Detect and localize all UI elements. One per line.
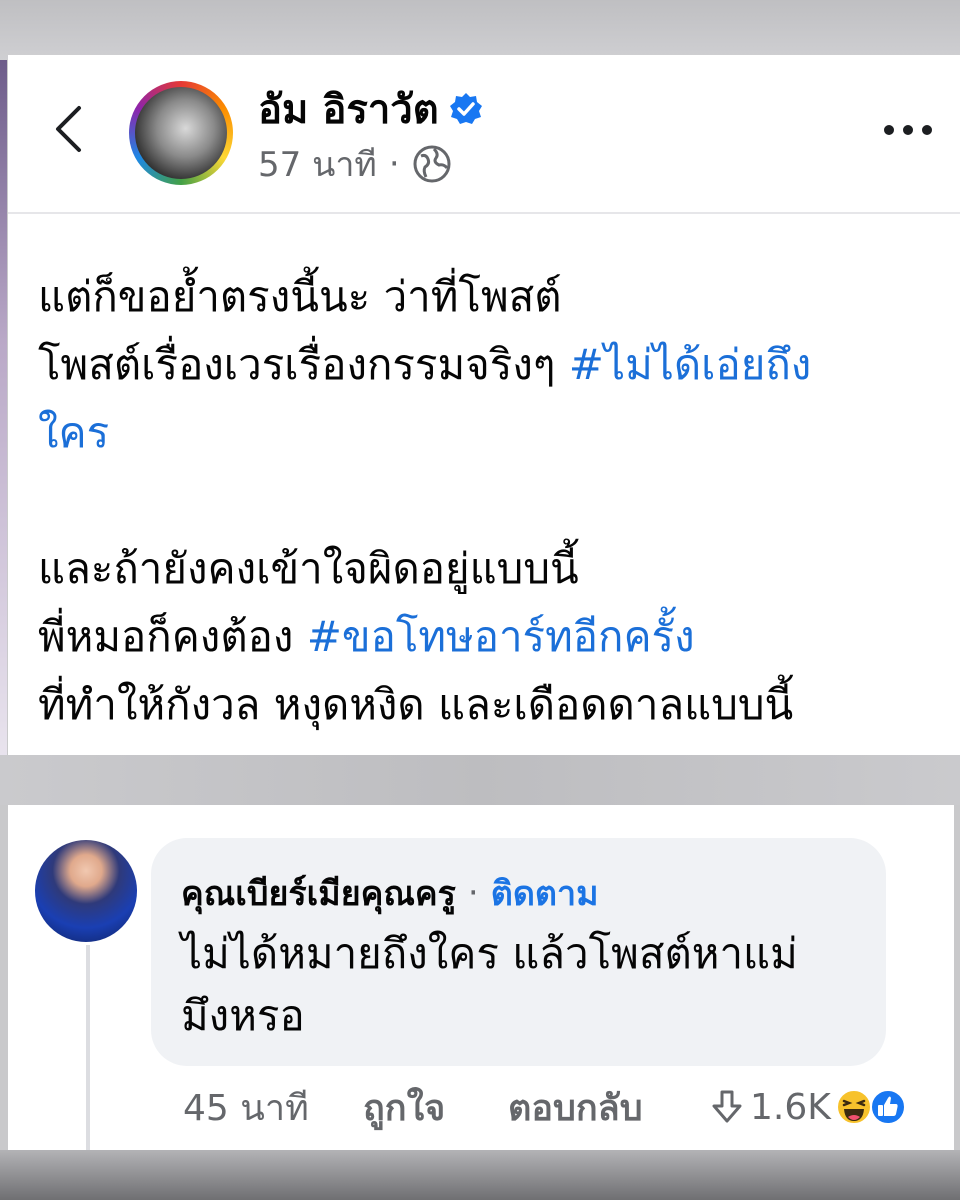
commenter-name[interactable]: คุณเบียร์เมียคุณครู <box>181 866 456 920</box>
meta-separator: · <box>388 144 400 184</box>
reply-button[interactable]: ตอบกลับ <box>508 1079 708 1136</box>
globe-icon[interactable] <box>412 144 452 184</box>
post-line: พี่หมอก็คงต้อง #ขอโทษอาร์ทอีกครั้ง <box>38 603 938 671</box>
comment-header: คุณเบียร์เมียคุณครู · ติดตาม <box>181 866 598 920</box>
hashtag-link[interactable]: #ขอโทษอาร์ทอีกครั้ง <box>307 612 695 661</box>
comment-text: ไม่ได้หมายถึงใคร แล้วโพสต์หาแม่ มึงหรอ <box>181 923 871 1047</box>
author-name-row[interactable]: อัม อิราวัต <box>258 77 483 141</box>
follow-button[interactable]: ติดตาม <box>491 866 599 920</box>
post-line-text: แต่ก็ขอย้ำตรงนี้นะ ว่าที่โพสต์ <box>38 272 562 321</box>
downvote-icon[interactable] <box>708 1088 746 1126</box>
haha-reaction-icon <box>835 1089 872 1125</box>
post-meta: 57 นาที · <box>258 137 452 191</box>
post-text: แต่ก็ขอย้ำตรงนี้นะ ว่าที่โพสต์ โพสต์เรื่… <box>38 263 938 739</box>
post-line: ใคร <box>38 399 938 467</box>
verified-badge-icon <box>449 93 482 124</box>
background-top <box>0 0 960 60</box>
post-time[interactable]: 57 นาที <box>258 137 377 191</box>
post-line: และถ้ายังคงเข้าใจผิดอยู่แบบนี้ <box>38 535 938 603</box>
comment-time[interactable]: 45 นาที <box>183 1079 363 1136</box>
author-name[interactable]: อัม อิราวัต <box>258 77 439 141</box>
reaction-count: 1.6K <box>750 1086 831 1128</box>
post-line: โพสต์เรื่องเวรเรื่องกรรมจริงๆ #ไม่ได้เอ่… <box>38 331 938 399</box>
commenter-avatar[interactable] <box>35 840 137 942</box>
post-line: แต่ก็ขอย้ำตรงนี้นะ ว่าที่โพสต์ <box>38 263 938 331</box>
back-chevron-icon <box>56 106 81 152</box>
background-bottom <box>0 1150 960 1200</box>
background-left-edge <box>0 60 7 760</box>
like-button[interactable]: ถูกใจ <box>363 1079 508 1136</box>
more-options-icon <box>884 125 932 135</box>
author-avatar[interactable] <box>129 81 233 185</box>
like-reaction-icon <box>869 1089 906 1125</box>
hashtag-link[interactable]: #ไม่ได้เอ่ยถึง <box>569 340 812 389</box>
reaction-summary[interactable]: 1.6K <box>708 1087 907 1128</box>
comment-card: คุณเบียร์เมียคุณครู · ติดตาม ไม่ได้หมายถ… <box>8 805 954 1150</box>
post-header: อัม อิราวัต 57 นาที · <box>8 55 960 214</box>
background-middle <box>0 755 960 805</box>
more-options-button[interactable] <box>880 105 936 155</box>
back-button[interactable] <box>48 101 88 157</box>
comment-text-line: มึงหรอ <box>181 991 305 1040</box>
post-line-text: ที่ทำให้กังวล หงุดหงิด และเดือดดาลแบบนี้ <box>38 680 794 729</box>
comment-text-line: ไม่ได้หมายถึงใคร แล้วโพสต์หาแม่ <box>181 929 798 978</box>
post-card: อัม อิราวัต 57 นาที · แต่ก็ขอย้ำตรงนี้นะ… <box>8 55 960 755</box>
reply-thread-line <box>86 945 90 1150</box>
post-line: ที่ทำให้กังวล หงุดหงิด และเดือดดาลแบบนี้ <box>38 671 938 739</box>
comment-actions: 45 นาที ถูกใจ ตอบกลับ 1.6K <box>183 1077 907 1137</box>
post-line-text: และถ้ายังคงเข้าใจผิดอยู่แบบนี้ <box>38 544 579 593</box>
avatar-photo <box>135 87 227 179</box>
comment-separator: · <box>467 873 479 913</box>
post-line-text: โพสต์เรื่องเวรเรื่องกรรมจริงๆ <box>38 340 569 389</box>
comment-bubble: คุณเบียร์เมียคุณครู · ติดตาม ไม่ได้หมายถ… <box>151 838 886 1066</box>
post-line-text: พี่หมอก็คงต้อง <box>38 612 307 661</box>
hashtag-link-continued[interactable]: ใคร <box>38 408 109 457</box>
